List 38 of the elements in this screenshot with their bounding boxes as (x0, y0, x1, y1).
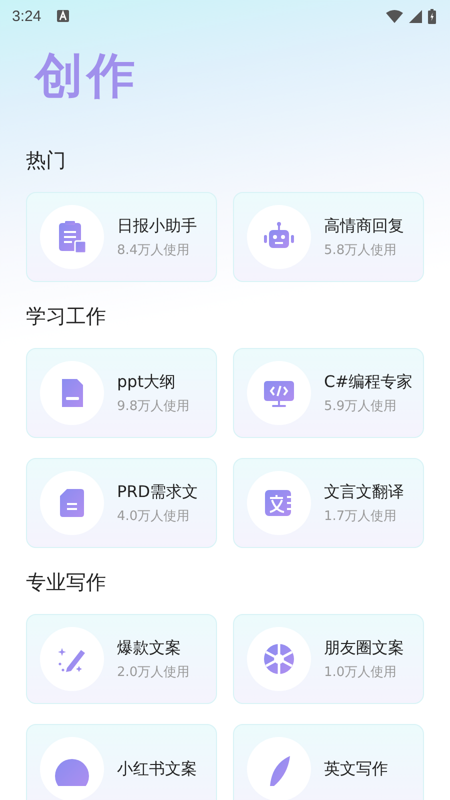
page-title: 创作 (35, 47, 140, 106)
usage-count: 8.4万人使用 (117, 242, 191, 258)
tool-card[interactable]: 英文写作 (233, 724, 424, 800)
aperture-icon (262, 642, 296, 676)
tool-card[interactable]: 高情商回复 5.8万人使用 (233, 192, 424, 282)
card-title: 日报小助手 (117, 216, 197, 236)
usage-count: 1.7万人使用 (324, 508, 398, 524)
battery-icon (428, 8, 436, 24)
card-title: 爆款文案 (117, 638, 182, 658)
card-title: 英文写作 (324, 758, 388, 780)
notification-icon (57, 10, 70, 22)
wifi-icon (386, 10, 403, 22)
usage-count: 5.9万人使用 (324, 398, 398, 414)
tool-card[interactable]: 朋友圈文案 1.0万人使用 (233, 614, 424, 704)
card-title: C#编程专家 (324, 372, 413, 392)
tool-card[interactable]: C#编程专家 5.9万人使用 (233, 348, 424, 438)
section-heading: 专业写作 (26, 569, 107, 596)
usage-count: 1.0万人使用 (324, 664, 398, 680)
card-title: 文言文翻译 (324, 482, 404, 502)
card-title: ppt大纲 (117, 372, 177, 392)
tool-card[interactable]: 文言文翻译 1.7万人使用 (233, 458, 424, 548)
card-title: 朋友圈文案 (324, 638, 404, 658)
section-heading: 学习工作 (26, 303, 107, 330)
usage-count: 9.8万人使用 (117, 398, 190, 414)
signal-icon (409, 10, 422, 22)
card-title: 高情商回复 (324, 216, 404, 236)
usage-count: 2.0万人使用 (117, 664, 190, 680)
tool-card[interactable]: 日报小助手 8.4万人使用 (26, 192, 217, 282)
status-time: 3:24 (12, 8, 42, 24)
tool-card[interactable]: PRD需求文 4.0万人使用 (26, 458, 217, 548)
card-title: PRD需求文 (117, 482, 198, 502)
usage-count: 4.0万人使用 (117, 508, 191, 524)
tool-card[interactable]: ppt大纲 9.8万人使用 (26, 348, 217, 438)
tool-card[interactable]: 爆款文案 2.0万人使用 (26, 614, 217, 704)
card-title: 小红书文案 (117, 758, 197, 780)
section-heading: 热门 (26, 147, 67, 174)
usage-count: 5.8万人使用 (324, 242, 398, 258)
tool-card[interactable]: 小红书文案 (26, 724, 217, 800)
